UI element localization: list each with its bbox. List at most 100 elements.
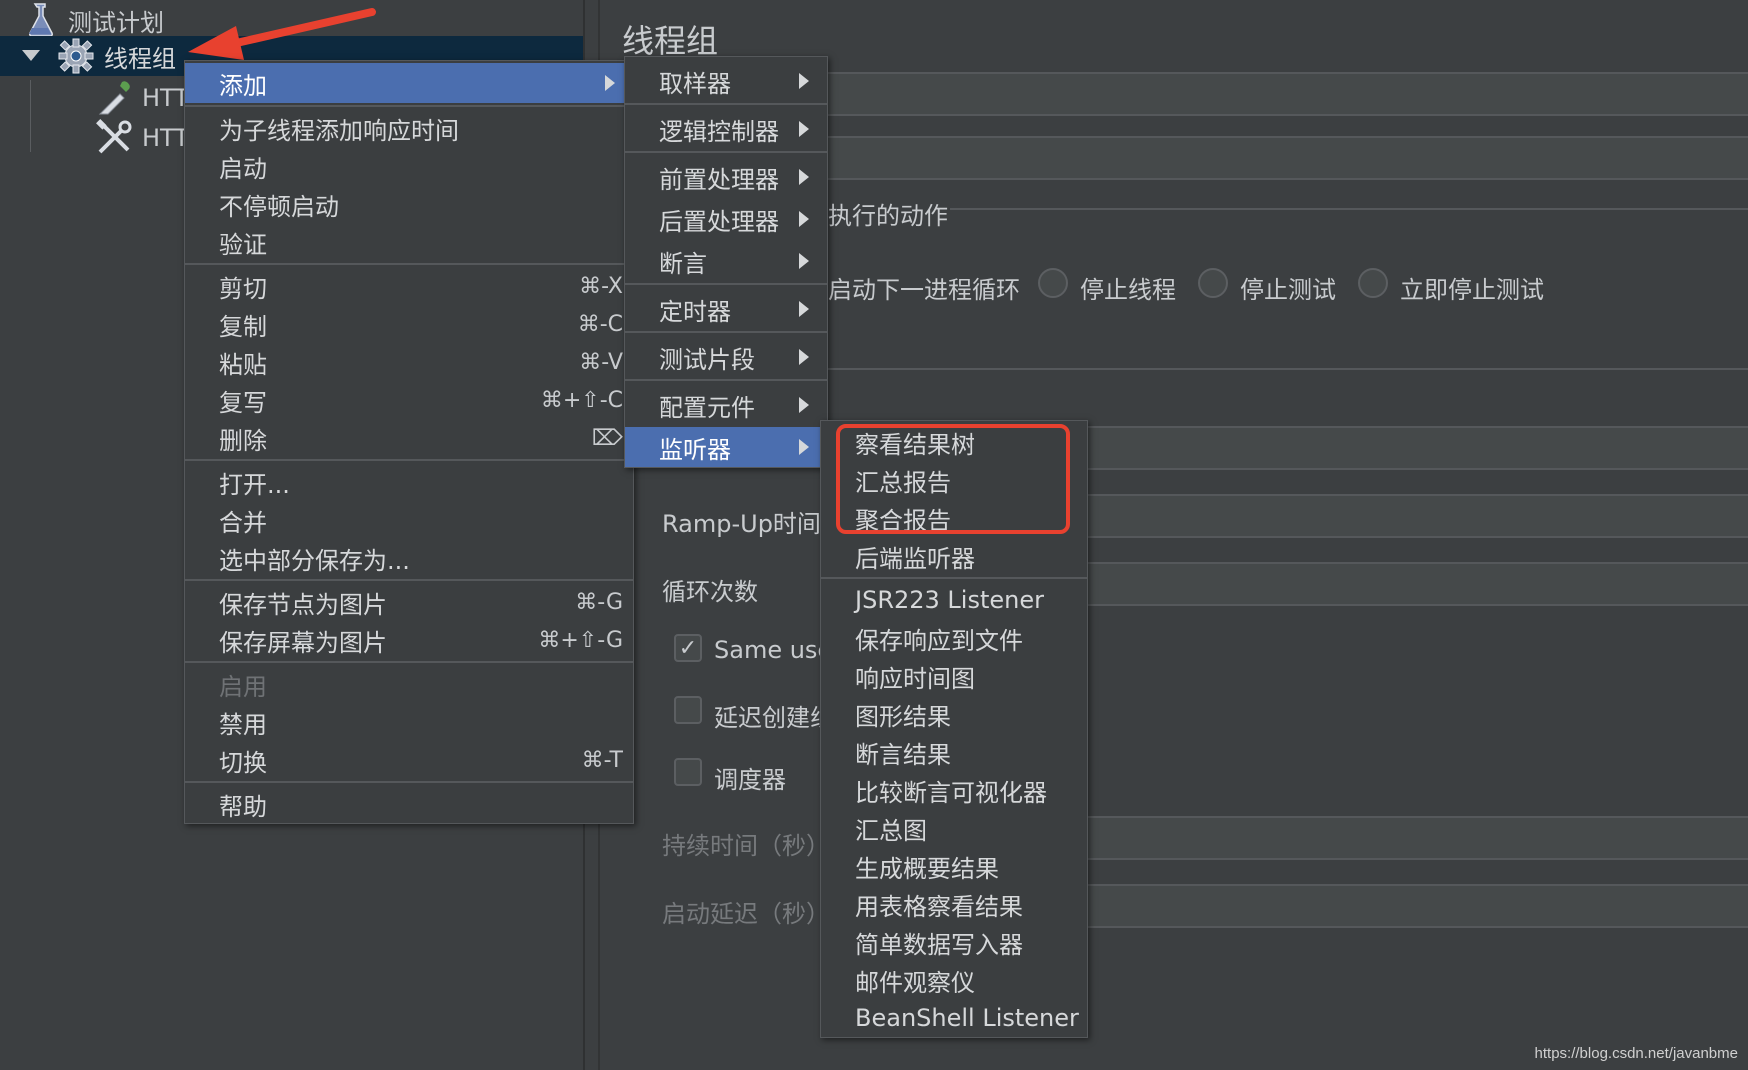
radio-label-next-loop[interactable]: 启动下一进程循环 [828, 270, 1020, 305]
menu-item-save-node-image[interactable]: 保存节点为图片 ⌘-G [185, 583, 633, 621]
scheduler-checkbox[interactable] [674, 758, 702, 786]
menu-item-add[interactable]: 添加 [185, 63, 633, 103]
tree-item-label: 测试计划 [68, 8, 164, 37]
menu-item-delete[interactable]: 删除 ⌦ [185, 419, 633, 457]
rampup-field[interactable] [1072, 494, 1748, 538]
menu-item-graph-results[interactable]: 图形结果 [821, 695, 1087, 733]
menu-item-start[interactable]: 启动 [185, 147, 633, 185]
chevron-right-icon [799, 73, 809, 89]
menu-separator [185, 263, 633, 265]
delay-create-label: 延迟创建线 [714, 704, 834, 732]
menu-item-open[interactable]: 打开... [185, 463, 633, 501]
menu-item-comparison-assertion-visualizer[interactable]: 比较断言可视化器 [821, 771, 1087, 809]
menu-item-aggregate-graph[interactable]: 汇总图 [821, 809, 1087, 847]
menu-item-assertion-results[interactable]: 断言结果 [821, 733, 1087, 771]
chevron-right-icon [799, 439, 809, 455]
comment-field[interactable] [825, 136, 1748, 180]
menu-item-timers[interactable]: 定时器 [625, 289, 827, 329]
action-section-label: 执行的动作 [828, 202, 948, 230]
menu-separator [625, 283, 827, 285]
tools-icon [94, 118, 134, 158]
tree-item-label: HTT [142, 124, 189, 152]
radio-stop-thread[interactable] [1038, 268, 1068, 298]
menu-item-samplers[interactable]: 取样器 [625, 61, 827, 101]
menu-item-backend-listener[interactable]: 后端监听器 [821, 537, 1087, 575]
divider [825, 368, 1748, 370]
same-user-label: Same use [714, 636, 833, 664]
gear-icon [56, 36, 96, 76]
flask-icon [20, 0, 60, 40]
duration-field[interactable] [1072, 816, 1748, 860]
menu-separator [185, 459, 633, 461]
menu-item-test-fragments[interactable]: 测试片段 [625, 337, 827, 377]
menu-item-save-selection[interactable]: 选中部分保存为... [185, 539, 633, 577]
thread-count-field[interactable] [1072, 426, 1748, 470]
menu-item-jsr223-listener[interactable]: JSR223 Listener [821, 581, 1087, 619]
chevron-right-icon [799, 397, 809, 413]
menu-item-view-results-table[interactable]: 用表格察看结果 [821, 885, 1087, 923]
add-submenu: 取样器 逻辑控制器 前置处理器 后置处理器 断言 定时器 测试片段 配置元件 监… [624, 56, 828, 468]
divider [950, 208, 1748, 210]
delay-create-checkbox[interactable] [674, 696, 702, 724]
radio-stop-test[interactable] [1198, 268, 1228, 298]
menu-item-start-no-pause[interactable]: 不停顿启动 [185, 185, 633, 223]
menu-item-cut[interactable]: 剪切 ⌘-X [185, 267, 633, 305]
menu-separator [185, 781, 633, 783]
menu-item-paste[interactable]: 粘贴 ⌘-V [185, 343, 633, 381]
loop-count-label: 循环次数 [662, 578, 758, 606]
pipette-icon [94, 78, 134, 118]
menu-separator [625, 103, 827, 105]
annotation-highlight-box [836, 424, 1070, 534]
menu-item-duplicate[interactable]: 复写 ⌘+⇧-C [185, 381, 633, 419]
menu-item-config-elements[interactable]: 配置元件 [625, 385, 827, 425]
menu-item-listeners[interactable]: 监听器 [625, 427, 827, 467]
menu-separator [185, 579, 633, 581]
menu-item-save-responses[interactable]: 保存响应到文件 [821, 619, 1087, 657]
radio-label-stop-test[interactable]: 停止测试 [1240, 270, 1336, 305]
tree-guide-line [30, 80, 31, 152]
menu-item-assertions[interactable]: 断言 [625, 241, 827, 281]
tree-item-label: 线程组 [104, 44, 176, 73]
radio-label-stop-thread[interactable]: 停止线程 [1080, 270, 1176, 305]
menu-separator [625, 151, 827, 153]
chevron-right-icon [799, 349, 809, 365]
chevron-right-icon [799, 211, 809, 227]
tree-item-http-sampler[interactable]: HTT [94, 78, 189, 118]
rampup-label: Ramp-Up时间 [662, 510, 821, 538]
menu-item-response-time-graph[interactable]: 响应时间图 [821, 657, 1087, 695]
startup-delay-field[interactable] [1072, 884, 1748, 928]
menu-item-enable: 启用 [219, 672, 267, 701]
menu-separator [625, 379, 827, 381]
menu-item-add-response-time[interactable]: 为子线程添加响应时间 [185, 109, 633, 147]
menu-item-validate[interactable]: 验证 [185, 223, 633, 261]
menu-item-save-screen-image[interactable]: 保存屏幕为图片 ⌘+⇧-G [185, 621, 633, 659]
tree-item-http-config[interactable]: HTT [94, 118, 189, 158]
menu-item-logic-controllers[interactable]: 逻辑控制器 [625, 109, 827, 149]
menu-item-simple-data-writer[interactable]: 简单数据写入器 [821, 923, 1087, 961]
menu-item-toggle[interactable]: 切换 ⌘-T [185, 741, 633, 779]
menu-item-pre-processors[interactable]: 前置处理器 [625, 157, 827, 197]
menu-item-generate-summary[interactable]: 生成概要结果 [821, 847, 1087, 885]
menu-item-merge[interactable]: 合并 [185, 501, 633, 539]
menu-item-post-processors[interactable]: 后置处理器 [625, 199, 827, 239]
chevron-right-icon [799, 121, 809, 137]
menu-separator [185, 661, 633, 663]
name-field[interactable] [825, 72, 1748, 116]
radio-label-stop-test-now[interactable]: 立即停止测试 [1400, 270, 1544, 305]
loop-count-field[interactable] [1072, 562, 1748, 606]
menu-item-disable[interactable]: 禁用 [185, 703, 633, 741]
menu-separator [625, 331, 827, 333]
context-menu: 添加 为子线程添加响应时间 启动 不停顿启动 验证 剪切 ⌘-X 复制 ⌘-C 粘贴… [184, 60, 634, 824]
chevron-down-icon[interactable] [22, 50, 40, 61]
scheduler-label: 调度器 [714, 766, 786, 794]
menu-item-beanshell-listener[interactable]: BeanShell Listener [821, 999, 1087, 1037]
menu-item-help[interactable]: 帮助 [185, 785, 633, 823]
menu-item-copy[interactable]: 复制 ⌘-C [185, 305, 633, 343]
radio-stop-test-now[interactable] [1358, 268, 1388, 298]
same-user-checkbox[interactable]: ✓ [674, 634, 702, 662]
menu-separator [821, 577, 1087, 579]
menu-separator [185, 105, 633, 107]
menu-item-mailer-visualizer[interactable]: 邮件观察仪 [821, 961, 1087, 999]
watermark: https://blog.csdn.net/javanbme [1534, 1045, 1738, 1062]
delete-key-icon: ⌦ [591, 425, 623, 451]
